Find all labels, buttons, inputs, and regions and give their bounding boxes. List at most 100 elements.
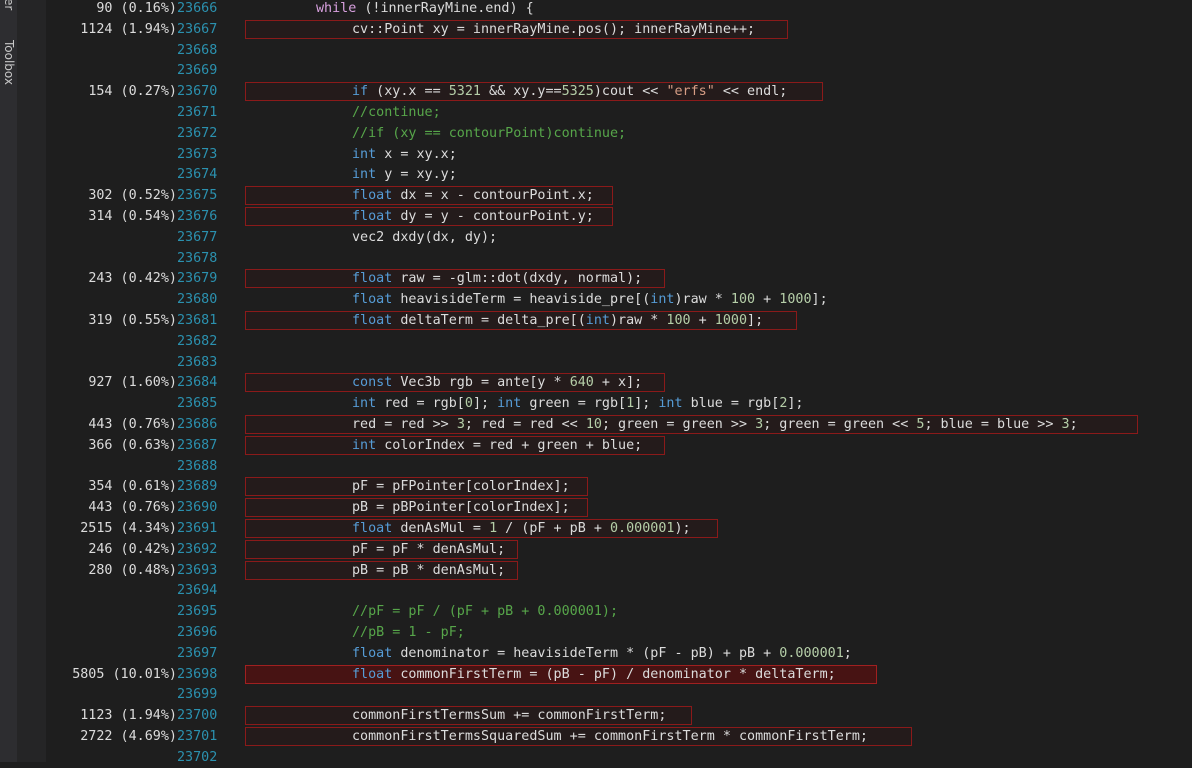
line-number: 23696 bbox=[177, 625, 218, 640]
code-text[interactable]: float denAsMul = 1 / (pF + pB + 0.000001… bbox=[352, 518, 691, 539]
perf-sample-count: 1123 (1.94%) bbox=[80, 708, 177, 724]
code-token: 1000 bbox=[714, 313, 748, 328]
code-line: 1124 (1.94%) 23667 cv::Point xy = innerRay… bbox=[46, 19, 1192, 40]
code-text[interactable]: commonFirstTermsSum += commonFirstTerm; bbox=[352, 705, 666, 726]
line-number: 23686 bbox=[177, 417, 218, 432]
code-token: )cout << bbox=[593, 84, 667, 100]
code-text[interactable]: vec2 dxdy(dx, dy); bbox=[352, 227, 497, 248]
code-text[interactable]: red = red >> 3; red = red << 10; green =… bbox=[352, 414, 1078, 435]
code-line: 23680 float heavisideTerm = heaviside_pre… bbox=[46, 289, 1192, 310]
code-token: (xy.x == bbox=[368, 84, 449, 100]
code-text[interactable]: //pB = 1 - pF; bbox=[352, 622, 465, 643]
code-token: //pF = pF / (pF + pB + 0.000001); bbox=[352, 604, 619, 620]
code-token: //continue; bbox=[352, 105, 441, 120]
code-token: ]; bbox=[787, 396, 804, 412]
code-token: 3 bbox=[456, 417, 465, 432]
code-text[interactable]: int red = rgb[0]; int green = rgb[1]; in… bbox=[352, 393, 804, 414]
line-number: 23678 bbox=[177, 250, 218, 266]
code-token: if bbox=[352, 84, 369, 100]
code-line: 23672 //if (xy == contourPoint)continue; bbox=[46, 123, 1192, 144]
code-token: //pB = 1 - pF; bbox=[352, 625, 465, 640]
code-token: float bbox=[352, 188, 393, 204]
line-number: 23692 bbox=[177, 541, 218, 557]
code-token: while bbox=[316, 1, 357, 16]
code-token: ]; bbox=[472, 396, 498, 412]
code-token: raw = -glm::dot(dxdy, normal); bbox=[392, 271, 643, 287]
code-text[interactable]: float commonFirstTerm = (pB - pF) / deno… bbox=[352, 664, 836, 685]
code-token: int bbox=[585, 313, 610, 328]
side-tab-toolbox[interactable]: Toolbox bbox=[1, 40, 17, 85]
code-text[interactable]: //if (xy == contourPoint)continue; bbox=[352, 123, 626, 144]
line-number: 23688 bbox=[177, 458, 218, 474]
code-text[interactable]: float raw = -glm::dot(dxdy, normal); bbox=[352, 268, 642, 289]
code-text[interactable]: float dy = y - contourPoint.y; bbox=[352, 206, 594, 227]
code-token: ; green = green << bbox=[763, 417, 917, 432]
code-token: int bbox=[658, 396, 683, 412]
code-text[interactable]: pF = pF * denAsMul; bbox=[352, 539, 505, 560]
code-text[interactable]: const Vec3b rgb = ante[y * 640 + x]; bbox=[352, 372, 642, 393]
code-line: 314 (0.54%) 23676 float dy = y - contourPo… bbox=[46, 206, 1192, 227]
code-token: + bbox=[755, 292, 780, 308]
line-number: 23697 bbox=[177, 645, 218, 661]
side-tab-explorer[interactable]: orer bbox=[1, 0, 17, 10]
code-text[interactable]: pB = pB * denAsMul; bbox=[352, 560, 505, 581]
code-token: denAsMul = bbox=[392, 521, 490, 536]
code-token: green = rgb[ bbox=[521, 396, 627, 412]
code-token: float bbox=[352, 292, 393, 308]
code-token: int bbox=[352, 167, 377, 183]
code-token: ; bbox=[1069, 417, 1078, 432]
code-line: 2722 (4.69%) 23701 commonFirstTermsSquared… bbox=[46, 726, 1192, 747]
code-text[interactable]: if (xy.x == 5321 && xy.y==5325)cout << "… bbox=[352, 81, 787, 102]
code-line: 23677 vec2 dxdy(dx, dy); bbox=[46, 227, 1192, 248]
line-number: 23679 bbox=[177, 271, 218, 287]
line-number: 23690 bbox=[177, 500, 218, 516]
code-line: 927 (1.60%) 23684 const Vec3b rgb = ante[y… bbox=[46, 372, 1192, 393]
code-text[interactable]: int y = xy.y; bbox=[352, 164, 457, 185]
code-line: 2515 (4.34%) 23691 float denAsMul = 1 / (p… bbox=[46, 518, 1192, 539]
code-token: int bbox=[650, 292, 675, 308]
code-text[interactable]: float heavisideTerm = heaviside_pre[(int… bbox=[352, 289, 828, 310]
code-text[interactable]: commonFirstTermsSquaredSum += commonFirs… bbox=[352, 726, 868, 747]
line-number: 23672 bbox=[177, 125, 218, 141]
code-line: 23668 bbox=[46, 40, 1192, 61]
perf-sample-count: 2515 (4.34%) bbox=[80, 521, 177, 536]
code-token: int bbox=[352, 146, 377, 162]
code-token: x = xy.x; bbox=[376, 146, 457, 162]
code-text[interactable]: pB = pBPointer[colorIndex]; bbox=[352, 497, 570, 518]
code-text[interactable]: pF = pFPointer[colorIndex]; bbox=[352, 476, 570, 497]
code-text[interactable]: float deltaTerm = delta_pre[(int)raw * 1… bbox=[352, 310, 763, 331]
code-token: blue = rgb[ bbox=[682, 396, 780, 412]
code-token: int bbox=[352, 437, 377, 453]
code-line: 23674 int y = xy.y; bbox=[46, 164, 1192, 185]
code-text[interactable]: //continue; bbox=[352, 102, 441, 123]
code-token: commonFirstTermsSquaredSum += commonFirs… bbox=[352, 729, 868, 744]
line-number: 23683 bbox=[177, 354, 218, 370]
code-token: ]; bbox=[811, 292, 828, 308]
code-token: vec2 dxdy(dx, dy); bbox=[352, 229, 498, 245]
code-token: 1000 bbox=[779, 292, 812, 308]
code-line: 90 (0.16%) 23666 while (!innerRayMine.end)… bbox=[46, 0, 1192, 19]
line-number: 23676 bbox=[177, 209, 218, 224]
code-token: 3 bbox=[1061, 417, 1070, 432]
line-number: 23698 bbox=[177, 666, 218, 682]
code-token: float bbox=[352, 521, 393, 536]
code-token: pF = pF * denAsMul; bbox=[352, 541, 506, 557]
code-token: cv::Point xy = innerRayMine.pos(); inner… bbox=[352, 21, 756, 37]
code-line: 1123 (1.94%) 23700 commonFirstTermsSum += … bbox=[46, 705, 1192, 726]
code-text[interactable]: int x = xy.x; bbox=[352, 144, 457, 165]
code-text[interactable]: //pF = pF / (pF + pB + 0.000001); bbox=[352, 601, 618, 622]
code-token: dx = x - contourPoint.x; bbox=[392, 188, 594, 204]
code-token: "erfs" bbox=[666, 84, 715, 100]
perf-sample-count: 243 (0.42%) bbox=[88, 271, 177, 287]
code-editor[interactable]: 90 (0.16%) 23666 while (!innerRayMine.end)… bbox=[46, 0, 1192, 765]
code-line: 23683 bbox=[46, 352, 1192, 373]
code-token: (!innerRayMine.end) { bbox=[356, 1, 534, 16]
code-text[interactable]: float dx = x - contourPoint.x; bbox=[352, 185, 594, 206]
code-text[interactable]: cv::Point xy = innerRayMine.pos(); inner… bbox=[352, 19, 755, 40]
code-token: float bbox=[352, 645, 393, 661]
code-text[interactable]: int colorIndex = red + green + blue; bbox=[352, 435, 642, 456]
perf-sample-count: 280 (0.48%) bbox=[88, 562, 177, 578]
code-text[interactable]: while (!innerRayMine.end) { bbox=[316, 0, 534, 19]
perf-sample-count: 314 (0.54%) bbox=[88, 209, 177, 224]
code-text[interactable]: float denominator = heavisideTerm * (pF … bbox=[352, 643, 852, 664]
